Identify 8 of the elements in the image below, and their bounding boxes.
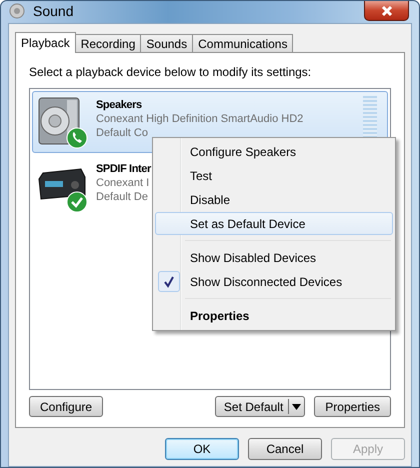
device-detail: Conexant High Definition SmartAudio HD2 bbox=[96, 112, 304, 126]
device-detail: Default Co bbox=[96, 126, 148, 140]
instruction-text: Select a playback device below to modify its settings: bbox=[29, 65, 312, 79]
device-name: SPDIF Inter bbox=[96, 162, 151, 176]
window-title: Sound bbox=[33, 3, 74, 19]
device-name: Speakers bbox=[96, 98, 142, 112]
device-detail: Conexant I bbox=[96, 176, 150, 190]
device-detail: Default De bbox=[96, 190, 148, 204]
